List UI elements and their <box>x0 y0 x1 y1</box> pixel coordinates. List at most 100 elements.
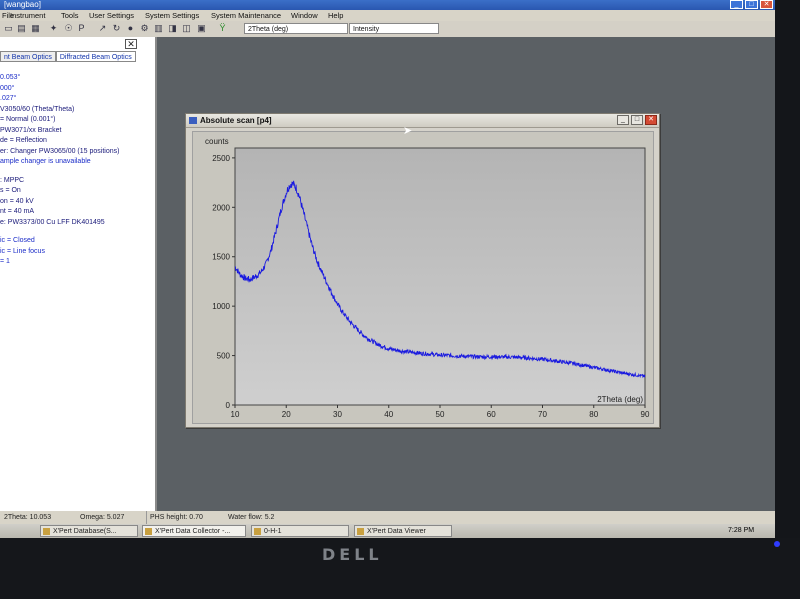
instrument-icon[interactable]: ✦ <box>48 23 59 34</box>
menu-item-system-settings[interactable]: System Settings <box>145 10 199 21</box>
taskbar-item-label: X'Pert Database(S... <box>53 528 117 535</box>
filter-icon[interactable]: Ÿ <box>217 23 228 34</box>
gear-icon[interactable]: ⚙ <box>139 23 150 34</box>
window-buttons: _ □ ✕ <box>730 0 773 9</box>
x-tick-label: 50 <box>436 410 445 419</box>
close-button[interactable]: ✕ <box>760 0 773 9</box>
menu-bar: File Instrument Tools User Settings System S… <box>0 10 775 21</box>
taskbar-item-label: 0-H-1 <box>264 528 282 535</box>
collector-icon <box>145 528 152 535</box>
hand-icon[interactable]: ☉ <box>63 23 74 34</box>
monitor-brand-logo: DELL <box>322 545 383 564</box>
y-tick-label: 1000 <box>212 302 230 311</box>
viewer-icon <box>357 528 364 535</box>
menu-item-window[interactable]: Window <box>291 10 318 21</box>
setting-line: ample changer is unavailable <box>0 158 91 165</box>
app-title-bar: [wangbao] _ □ ✕ <box>0 0 775 10</box>
setting-line: er: Changer PW3065/00 (15 positions) <box>0 147 120 155</box>
arrow-icon[interactable]: ↗ <box>97 23 108 34</box>
taskbar-item-folder[interactable]: 0-H-1 <box>251 525 349 537</box>
refresh-icon[interactable]: ↻ <box>111 23 122 34</box>
menu-item-help[interactable]: Help <box>328 10 343 21</box>
app-title: [wangbao] <box>4 0 41 9</box>
setting-line: 000° <box>0 84 15 92</box>
x-tick-label: 20 <box>282 410 291 419</box>
x-tick-label: 80 <box>589 410 598 419</box>
x-tick-label: 90 <box>641 410 650 419</box>
stop-icon[interactable]: ● <box>125 23 136 34</box>
folder-icon <box>254 528 261 535</box>
taskbar-item-data-collector[interactable]: X'Pert Data Collector -... <box>142 525 246 537</box>
minimize-button[interactable]: _ <box>730 0 743 9</box>
scan-minimize-button[interactable]: _ <box>617 115 629 125</box>
open-icon[interactable]: ▤ <box>16 23 27 34</box>
setting-line: de = Reflection <box>0 137 47 144</box>
xrd-chart[interactable]: 0 500 1000 1500 2000 2500 10 20 30 40 50 60 70 80 90 co… <box>193 132 653 423</box>
status-bar: 2Theta: 10.053 Omega: 5.027 PHS height: … <box>0 511 775 524</box>
menu-item-instrument[interactable]: Instrument <box>10 10 45 21</box>
scan-maximize-button[interactable]: □ <box>631 115 643 125</box>
status-water-flow: Water flow: 5.2 <box>228 514 275 521</box>
scan-close-button[interactable]: ✕ <box>645 115 657 125</box>
x-axis-label: 2Theta (deg) <box>597 395 643 404</box>
scan-window-title: Absolute scan [p4] <box>200 116 272 125</box>
screen: [wangbao] _ □ ✕ File Instrument Tools User … <box>0 0 775 538</box>
window-icon[interactable]: ◫ <box>181 23 192 34</box>
tab-diffracted-beam-optics[interactable]: Diffracted Beam Optics <box>55 51 136 62</box>
tab-incident-beam-optics[interactable]: nt Beam Optics <box>0 51 56 62</box>
table-icon[interactable]: ▥ <box>153 23 164 34</box>
setting-line: = Normal (0.001°) <box>0 116 56 123</box>
settings-list: 0.053° 000° .027° V3050/60 (Theta/Theta) = N… <box>0 73 119 268</box>
setting-line: on = 40 kV <box>0 197 34 205</box>
setting-line: s = On <box>0 187 21 194</box>
x-axis-field[interactable]: 2Theta (deg) <box>244 23 348 34</box>
taskbar: X'Pert Database(S... X'Pert Data Collect… <box>0 524 775 538</box>
plot-frame: 0 500 1000 1500 2000 2500 10 20 30 40 50 60 70 80 90 co… <box>192 131 654 424</box>
chart-icon[interactable]: ◨ <box>167 23 178 34</box>
status-2theta: 2Theta: 10.053 <box>4 514 52 521</box>
save-icon[interactable]: ▦ <box>30 23 41 34</box>
setting-line: ic = Line focus <box>0 247 45 255</box>
status-phs-height: PHS height: 0.70 <box>146 511 203 524</box>
x-tick-label: 10 <box>231 410 240 419</box>
toolbar: ▭ ▤ ▦ ✦ ☉ P ↗ ↻ ● ⚙ ▥ ◨ ◫ ▣ Ÿ 2Theta (de… <box>0 21 775 38</box>
status-omega: Omega: 5.027 <box>80 514 125 521</box>
y-axis-field[interactable]: Intensity <box>349 23 439 34</box>
absolute-scan-window[interactable]: Absolute scan [p4] _ □ ✕ 0 500 1000 1500 200… <box>185 113 660 428</box>
screen-icon[interactable]: ▣ <box>196 23 207 34</box>
y-tick-label: 2000 <box>212 203 230 212</box>
setting-line: PW3071/xx Bracket <box>0 126 62 134</box>
monitor-bezel <box>0 538 800 599</box>
maximize-button[interactable]: □ <box>745 0 758 9</box>
power-led <box>774 541 780 547</box>
setting-line: ic = Closed <box>0 237 35 244</box>
menu-item-system-maintenance[interactable]: System Maintenance <box>211 10 281 21</box>
taskbar-item-label: X'Pert Data Viewer <box>367 528 426 535</box>
setting-line: .027° <box>0 95 17 102</box>
taskbar-item-data-viewer[interactable]: X'Pert Data Viewer <box>354 525 452 537</box>
x-tick-label: 60 <box>487 410 496 419</box>
scan-window-icon <box>189 117 197 124</box>
database-icon <box>43 528 50 535</box>
menu-item-tools[interactable]: Tools <box>61 10 79 21</box>
y-axis-label: counts <box>205 137 229 146</box>
clock: 7:28 PM <box>728 527 755 534</box>
scan-window-title-bar[interactable]: Absolute scan [p4] _ □ ✕ <box>186 114 659 128</box>
setting-line: V3050/60 (Theta/Theta) <box>0 105 75 113</box>
setting-line: = 1 <box>0 258 10 265</box>
menu-item-user-settings[interactable]: User Settings <box>89 10 134 21</box>
program-icon[interactable]: P <box>76 23 87 34</box>
setting-line: 0.053° <box>0 74 21 81</box>
new-icon[interactable]: ▭ <box>3 23 14 34</box>
setting-line: : MPPC <box>0 176 25 184</box>
panel-close-icon[interactable]: ✕ <box>125 39 137 49</box>
setting-line: nt = 40 mA <box>0 208 35 215</box>
taskbar-item-label: X'Pert Data Collector -... <box>155 528 231 535</box>
x-tick-label: 40 <box>384 410 393 419</box>
taskbar-item-database[interactable]: X'Pert Database(S... <box>40 525 138 537</box>
x-tick-label: 30 <box>333 410 342 419</box>
mouse-cursor-icon: ➤ <box>403 125 413 137</box>
scan-window-buttons: _ □ ✕ <box>617 115 657 125</box>
